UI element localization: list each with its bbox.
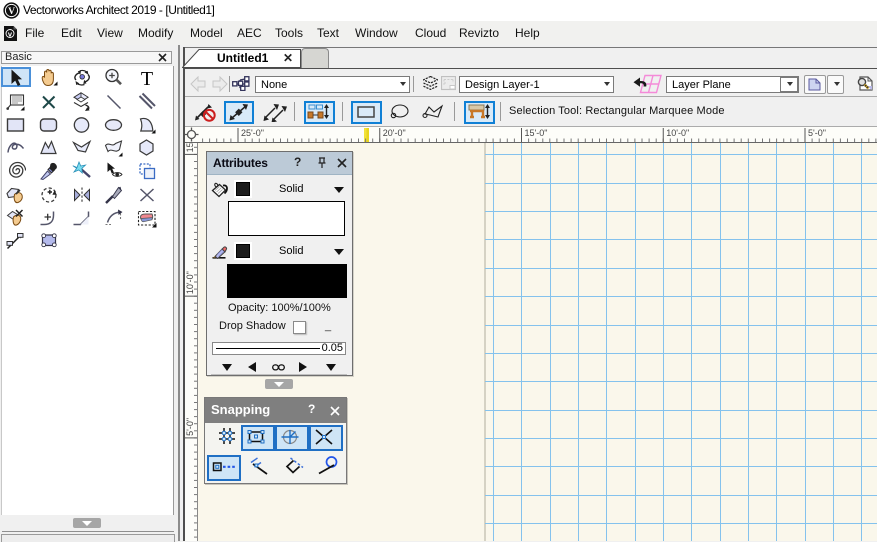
svg-text:25'-0": 25'-0" xyxy=(241,128,264,138)
svg-text:5'-0": 5'-0" xyxy=(185,418,195,436)
svg-text:5'-0": 5'-0" xyxy=(808,128,826,138)
svg-text:20'-0": 20'-0" xyxy=(383,128,406,138)
svg-text:10'-0": 10'-0" xyxy=(185,271,195,294)
svg-text:10'-0": 10'-0" xyxy=(666,128,689,138)
svg-text:T: T xyxy=(141,68,153,88)
svg-text:15'-0": 15'-0" xyxy=(525,128,548,138)
svg-text:15'-0": 15'-0" xyxy=(185,129,195,152)
svg-text:V: V xyxy=(8,7,15,17)
